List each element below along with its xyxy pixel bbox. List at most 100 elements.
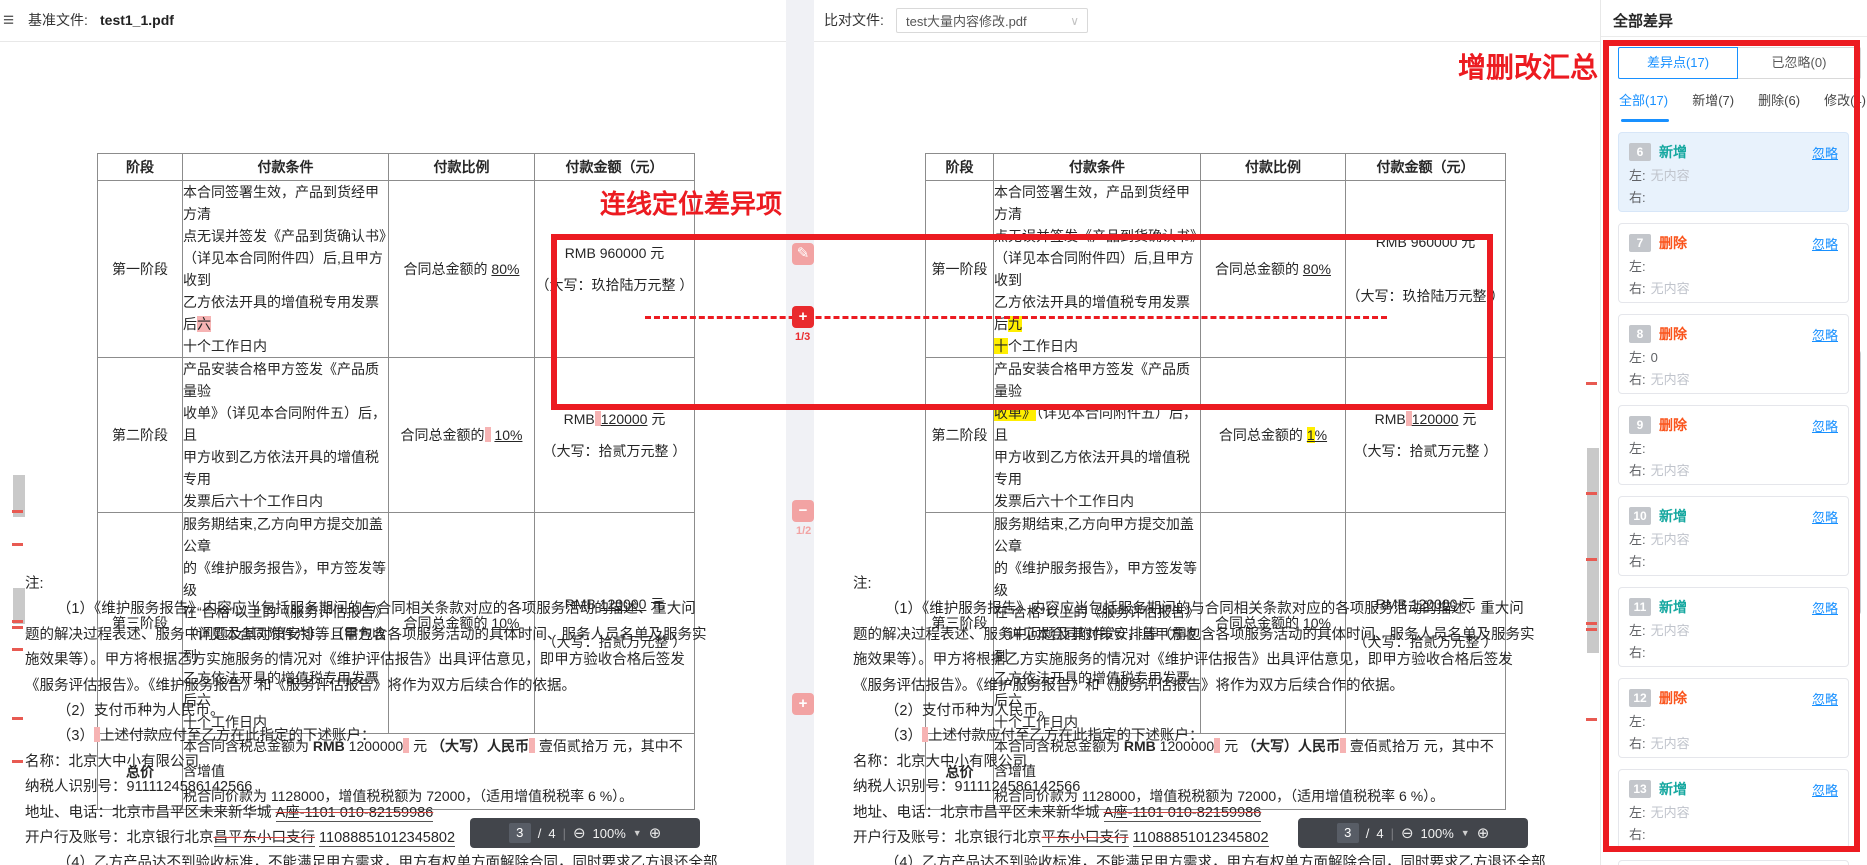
- menu-icon[interactable]: ≡: [3, 0, 14, 41]
- remove-diff-marker-icon[interactable]: −: [792, 500, 814, 522]
- diff-tick: [1586, 718, 1597, 721]
- diff-content-value: 无内容: [1651, 623, 1690, 638]
- ignore-link[interactable]: 忽略: [1812, 416, 1838, 435]
- diff-type-label: 删除: [1659, 324, 1687, 344]
- doc-note-line: 名称：北京大中小有限公司: [25, 750, 785, 775]
- ignore-link[interactable]: 忽略: [1812, 234, 1838, 253]
- diff-type-label: 新增: [1659, 506, 1687, 526]
- base-file-label: 基准文件:: [28, 0, 88, 41]
- page-total: 4: [1376, 826, 1383, 841]
- add-diff-marker-icon-2[interactable]: +: [792, 693, 814, 715]
- col-header: 付款比例: [1201, 154, 1346, 181]
- diff-tick: [1586, 622, 1597, 625]
- diff-card-13[interactable]: 13新增忽略左:无内容右:: [1618, 769, 1849, 849]
- diff-card-index-badge: 6: [1629, 143, 1651, 161]
- col-header: 付款比例: [389, 154, 535, 181]
- zoom-in-icon[interactable]: ⊕: [649, 824, 662, 842]
- diff-type-label: 新增: [1659, 597, 1687, 617]
- tab-ignored[interactable]: 已忽略(0): [1738, 47, 1861, 79]
- diff-card-12[interactable]: 12删除忽略左:右:无内容: [1618, 678, 1849, 758]
- zoom-caret-icon[interactable]: ▼: [633, 828, 642, 838]
- diff-tick: [12, 620, 23, 623]
- diff-highlight: 十: [994, 338, 1008, 354]
- diff-card-11[interactable]: 11新增忽略左:无内容右:: [1618, 587, 1849, 667]
- diff-type-label: 删除: [1659, 688, 1687, 708]
- diff-card-right-row: 右:: [1629, 190, 1838, 206]
- diff-tick: [1586, 628, 1597, 631]
- diff-card-left-row: 左:: [1629, 441, 1838, 457]
- divider: [1601, 36, 1867, 37]
- right-pane-header: 比对文件: test大量内容修改.pdf ∨: [814, 0, 1600, 42]
- connector-annotation-text: 连线定位差异项: [600, 184, 782, 221]
- diff-position-badge: 1/2: [796, 525, 811, 537]
- base-file-name: test1_1.pdf: [100, 0, 174, 41]
- summary-annotation-text: 增删改汇总: [1458, 46, 1598, 86]
- zoom-out-icon[interactable]: ⊖: [1401, 824, 1414, 842]
- zoom-level: 100%: [593, 826, 626, 841]
- stage-cell: 第一阶段: [98, 181, 183, 358]
- diff-content-value: 无内容: [1651, 168, 1690, 183]
- diff-type-label: 新增: [1659, 142, 1687, 162]
- panel-scrollbar[interactable]: [1854, 350, 1861, 615]
- right-doc-scroll-indicator[interactable]: [1586, 0, 1600, 865]
- diff-card-right-row: 右:无内容: [1629, 463, 1838, 479]
- zoom-caret-icon[interactable]: ▼: [1461, 828, 1470, 838]
- scroll-thumb[interactable]: [13, 588, 25, 624]
- diff-content-value: 无内容: [1651, 463, 1690, 478]
- compare-file-label: 比对文件:: [824, 0, 884, 41]
- ignore-link[interactable]: 忽略: [1812, 325, 1838, 344]
- diff-type-label: 删除: [1659, 233, 1687, 253]
- diff-highlight: 收单》: [994, 405, 1036, 421]
- left-doc-scroll-indicator[interactable]: [12, 0, 26, 865]
- ignore-link[interactable]: 忽略: [1812, 143, 1838, 162]
- edit-pencil-icon[interactable]: ✎: [792, 243, 814, 265]
- side-label: 右:: [1629, 281, 1646, 296]
- col-header: 付款金额（元）: [1346, 154, 1506, 181]
- side-label: 左:: [1629, 168, 1646, 183]
- filter-modified[interactable]: 修改(4): [1824, 90, 1866, 109]
- ratio-cell: 合同总金额的 1%: [1201, 358, 1346, 513]
- doc-note-line: 《服务评估报告》。《维护服务报告》和《服务评估报告》将作为双方后续合作的依据。: [853, 674, 1613, 699]
- zoom-in-icon[interactable]: ⊕: [1477, 824, 1490, 842]
- diff-card-6[interactable]: 6 新增 忽略左: 无内容右:: [1618, 132, 1849, 212]
- side-label: 右:: [1629, 190, 1646, 205]
- diff-content-value: 无内容: [1651, 372, 1690, 387]
- filter-all[interactable]: 全部(17): [1619, 90, 1668, 109]
- diff-type-label: 新增: [1659, 779, 1687, 799]
- diff-card-right-row: 右:: [1629, 554, 1838, 570]
- diff-card-left-row: 左:: [1629, 714, 1838, 730]
- zoom-out-icon[interactable]: ⊖: [573, 824, 586, 842]
- ignore-link[interactable]: 忽略: [1812, 780, 1838, 799]
- page-number-input[interactable]: 3: [509, 823, 531, 843]
- zoom-level: 100%: [1421, 826, 1454, 841]
- doc-note-line: 注:: [853, 572, 1613, 597]
- ignore-link[interactable]: 忽略: [1812, 598, 1838, 617]
- tab-diff-points[interactable]: 差异点(17): [1618, 47, 1738, 79]
- diff-tick: [12, 648, 23, 651]
- col-header: 阶段: [98, 154, 183, 181]
- page-number-input[interactable]: 3: [1337, 823, 1359, 843]
- filter-deleted[interactable]: 删除(6): [1758, 90, 1800, 109]
- diff-panel-title: 全部差异: [1613, 10, 1673, 31]
- ignore-link[interactable]: 忽略: [1812, 507, 1838, 526]
- diff-card-14[interactable]: 14新增忽略左:无内容右:: [1618, 860, 1849, 865]
- diff-card-7[interactable]: 7删除忽略左:右:无内容: [1618, 223, 1849, 303]
- diff-tick: [1586, 382, 1597, 385]
- doc-note-line: （3）上述付款应付至乙方在此指定的下述账户：: [25, 724, 785, 749]
- diff-card-9[interactable]: 9删除忽略左:右:无内容: [1618, 405, 1849, 485]
- condition-cell: 本合同签署生效，产品到货经甲方清 点无误并签发《产品到货确认书》 （详见本合同附…: [994, 181, 1201, 358]
- compare-file-select[interactable]: test大量内容修改.pdf ∨: [896, 8, 1088, 33]
- ignore-link[interactable]: 忽略: [1812, 689, 1838, 708]
- stage-cell: 第二阶段: [926, 358, 994, 513]
- diff-tick: [1586, 492, 1597, 495]
- diff-card-8[interactable]: 8删除忽略左:0右:无内容: [1618, 314, 1849, 394]
- diff-card-list: 6新增忽略左:无内容右:7删除忽略左:右:无内容8删除忽略左:0右:无内容9删除…: [1618, 132, 1849, 865]
- diff-position-badge: 1/3: [795, 331, 810, 343]
- filter-added[interactable]: 新增(7): [1692, 90, 1734, 109]
- doc-note-line: 名称：北京大中小有限公司: [853, 750, 1613, 775]
- diff-card-index-badge: 11: [1629, 598, 1651, 616]
- add-diff-marker-icon[interactable]: +: [792, 306, 814, 328]
- diff-card-10[interactable]: 10新增忽略左:无内容右:: [1618, 496, 1849, 576]
- doc-note-line: （2）支付币种为人民币。: [25, 699, 785, 724]
- page-total: 4: [548, 826, 555, 841]
